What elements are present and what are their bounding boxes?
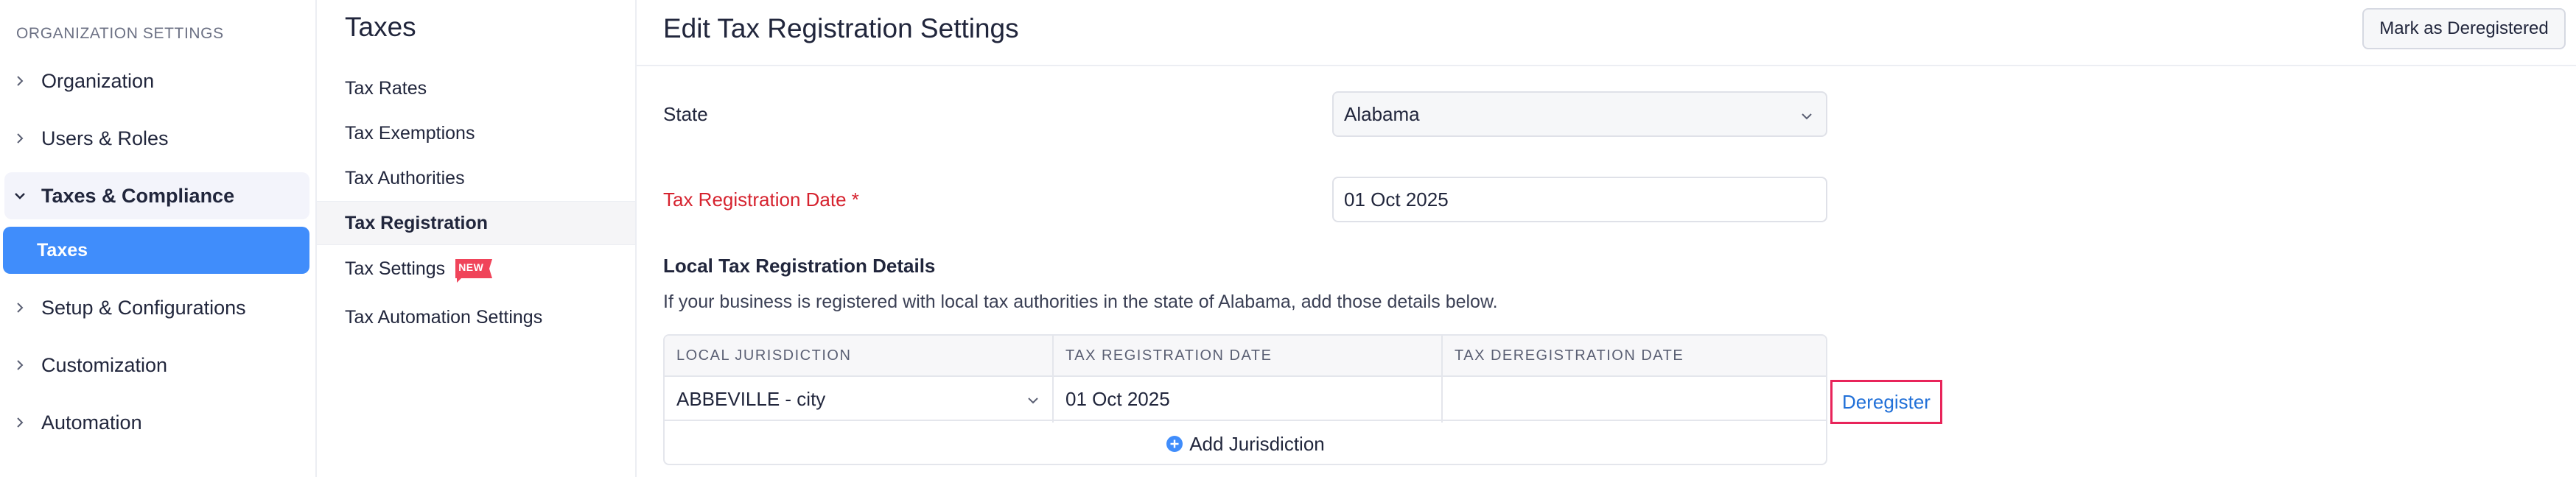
subnav-item-tax-settings[interactable]: Tax Settings NEW [317,247,635,291]
app-window: ORGANIZATION SETTINGS Organization Users… [0,0,2576,477]
subnav-item-tax-exemptions[interactable]: Tax Exemptions [317,111,635,155]
sidebar-item-organization[interactable]: Organization [4,57,309,105]
local-jurisdiction-value: ABBEVILLE - city [676,387,826,410]
table-header: LOCAL JURISDICTION TAX REGISTRATION DATE… [665,336,1826,377]
row-deregistration-date-field[interactable] [1443,377,1826,421]
subnav-item-label: Tax Exemptions [345,122,475,144]
sidebar-subitem-taxes[interactable]: Taxes [3,227,309,274]
chevron-down-icon [12,188,28,204]
subnav-item-tax-registration[interactable]: Tax Registration [317,201,635,245]
chevron-right-icon [12,130,28,146]
add-jurisdiction-label: Add Jurisdiction [1189,432,1325,455]
subnav-item-tax-authorities[interactable]: Tax Authorities [317,156,635,200]
sidebar-item-taxes-compliance[interactable]: Taxes & Compliance [4,172,309,219]
new-badge-label: NEW [458,261,484,273]
sidebar-item-label: Setup & Configurations [41,296,246,319]
sidebar-item-label: Customization [41,353,168,376]
state-select-value: Alabama [1344,102,1420,125]
taxes-subnav: Taxes Tax Rates Tax Exemptions Tax Autho… [317,0,637,477]
tax-registration-date-label: Tax Registration Date * [663,188,859,211]
sidebar-subitem-label: Taxes [37,239,88,261]
local-jurisdiction-select[interactable]: ABBEVILLE - city [665,377,1052,421]
page-header: Edit Tax Registration Settings Mark as D… [637,0,2576,66]
subnav-item-tax-automation-settings[interactable]: Tax Automation Settings [317,295,635,339]
sidebar-item-label: Users & Roles [41,127,169,149]
table-row: ABBEVILLE - city 01 Oct 2025 [665,377,1826,421]
sidebar-item-label: Automation [41,411,142,434]
deregister-link[interactable]: Deregister [1830,380,1942,424]
sidebar-item-setup-configurations[interactable]: Setup & Configurations [4,284,309,331]
plus-circle-icon [1166,436,1183,452]
chevron-right-icon [12,73,28,89]
subnav-item-label: Tax Authorities [345,167,465,188]
sidebar-item-customization[interactable]: Customization [4,342,309,389]
add-jurisdiction-button[interactable]: Add Jurisdiction [665,423,1826,464]
sidebar-item-automation[interactable]: Automation [4,399,309,446]
sidebar-item-label: Organization [41,69,155,92]
chevron-down-icon [1028,398,1038,404]
chevron-right-icon [12,357,28,373]
state-label: State [663,103,708,125]
local-registration-title: Local Tax Registration Details [663,255,936,277]
tax-registration-date-field[interactable]: 01 Oct 2025 [1332,177,1827,222]
row-registration-date-value: 01 Oct 2025 [1065,387,1170,410]
column-header-tax-registration-date: TAX REGISTRATION DATE [1065,347,1273,364]
local-registration-description: If your business is registered with loca… [663,292,1498,312]
chevron-right-icon [12,300,28,316]
subnav-item-label: Tax Rates [345,77,427,99]
page-title: Edit Tax Registration Settings [663,13,1019,43]
sidebar-item-users-roles[interactable]: Users & Roles [4,115,309,162]
row-registration-date-field[interactable]: 01 Oct 2025 [1054,377,1441,421]
state-select[interactable]: Alabama [1332,91,1827,137]
subnav-title: Taxes [345,12,416,42]
sidebar-heading: ORGANIZATION SETTINGS [16,25,224,42]
jurisdiction-table: LOCAL JURISDICTION TAX REGISTRATION DATE… [663,334,1827,465]
chevron-right-icon [12,414,28,431]
subnav-item-label: Tax Registration [345,212,489,233]
main-content: Edit Tax Registration Settings Mark as D… [637,0,2576,477]
settings-sidebar: ORGANIZATION SETTINGS Organization Users… [0,0,317,477]
subnav-item-label: Tax Settings [345,258,446,279]
sidebar-item-label: Taxes & Compliance [41,184,235,207]
subnav-item-label: Tax Automation Settings [345,306,543,328]
column-header-local-jurisdiction: LOCAL JURISDICTION [676,347,852,364]
new-badge: NEW [454,258,494,283]
chevron-down-icon [1802,113,1812,120]
column-header-tax-deregistration-date: TAX DEREGISTRATION DATE [1455,347,1684,364]
mark-as-deregistered-button[interactable]: Mark as Deregistered [2362,8,2566,49]
subnav-item-tax-rates[interactable]: Tax Rates [317,66,635,110]
tax-registration-date-value: 01 Oct 2025 [1344,188,1449,211]
